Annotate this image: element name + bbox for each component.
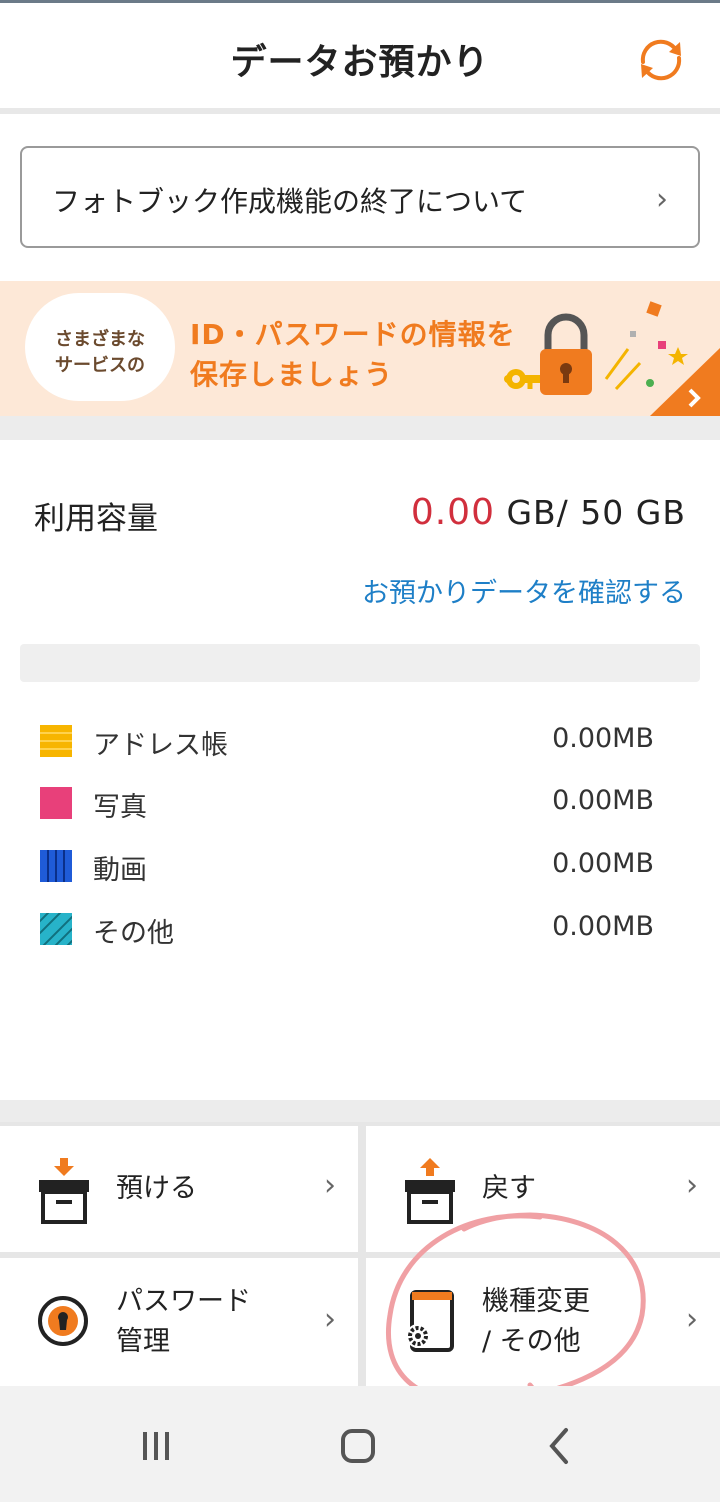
chevron-right-icon: › [324,1168,336,1203]
banner-headline-2: 保存しましょう [190,358,394,391]
restore-button[interactable]: 戻す › [366,1126,720,1252]
usage-total: GB/ 50 GB [494,493,686,532]
app-header: データお預かり [0,3,720,109]
menu-divider [0,1100,720,1122]
system-nav-bar [0,1386,720,1502]
notice-text: フォトブック作成機能の終了について [52,185,528,218]
usage-used: 0.00 [410,492,495,533]
legend-value: 0.00MB [552,785,654,816]
restore-label: 戻す [482,1173,536,1204]
device-change-label-line1: 機種変更 [482,1286,590,1317]
device-change-button[interactable]: 機種変更 / その他 › [366,1258,720,1386]
chevron-right-icon: › [686,1168,698,1203]
legend-value: 0.00MB [552,723,654,754]
bubble-line-2: サービスの [55,355,145,376]
deposit-label: 預ける [116,1173,197,1204]
deposit-button[interactable]: 預ける › [0,1126,358,1252]
home-icon[interactable] [328,1416,388,1476]
banner-headline-1: ID・パスワードの情報を [190,318,516,351]
usage-progress-bar [20,644,700,682]
usage-value: 0.00 GB/ 50 GB [411,492,686,533]
recent-apps-icon[interactable] [126,1416,186,1476]
legend-label: その他 [93,918,174,949]
promo-banner[interactable]: さまざまな サービスの ID・パスワードの情報を 保存しましょう [0,281,720,416]
view-data-link[interactable]: お預かりデータを確認する [362,571,686,610]
action-menu: 預ける › 戻す › パスワード 管理 › 機種変更 / その他 › [0,1122,720,1386]
other-swatch [40,913,72,945]
deposit-box-icon [39,1158,89,1224]
page-title: データお預かり [230,42,490,83]
password-label-line2: 管理 [116,1326,170,1357]
chevron-right-icon: › [656,182,668,217]
legend-item-photo: 写真 0.00MB [0,779,720,829]
section-divider [0,416,720,440]
restore-box-icon [405,1158,455,1224]
legend-value: 0.00MB [552,848,654,879]
photo-swatch [40,787,72,819]
video-swatch [40,850,72,882]
legend-item-address: アドレス帳 0.00MB [0,717,720,767]
password-keyhole-icon [38,1296,88,1346]
banner-corner-arrow [650,348,720,416]
speech-bubble: さまざまな サービスの [25,293,175,401]
password-manage-button[interactable]: パスワード 管理 › [0,1258,358,1386]
device-change-label-line2: / その他 [482,1326,581,1357]
refresh-icon[interactable] [634,36,688,84]
password-label-line1: パスワード [116,1286,251,1317]
bubble-line-1: さまざまな [55,329,145,350]
device-settings-icon [406,1290,454,1352]
address-book-swatch [40,725,72,757]
legend-value: 0.00MB [552,911,654,942]
legend-label: アドレス帳 [93,730,228,761]
chevron-right-icon: › [686,1302,698,1337]
chevron-right-icon: › [324,1302,336,1337]
legend-item-video: 動画 0.00MB [0,842,720,892]
back-icon[interactable] [530,1416,590,1476]
legend-item-other: その他 0.00MB [0,905,720,955]
header-divider [0,108,720,114]
legend-label: 動画 [93,855,147,886]
usage-label: 利用容量 [34,501,158,537]
legend-label: 写真 [93,792,147,823]
notice-card[interactable]: フォトブック作成機能の終了について › [20,146,700,248]
